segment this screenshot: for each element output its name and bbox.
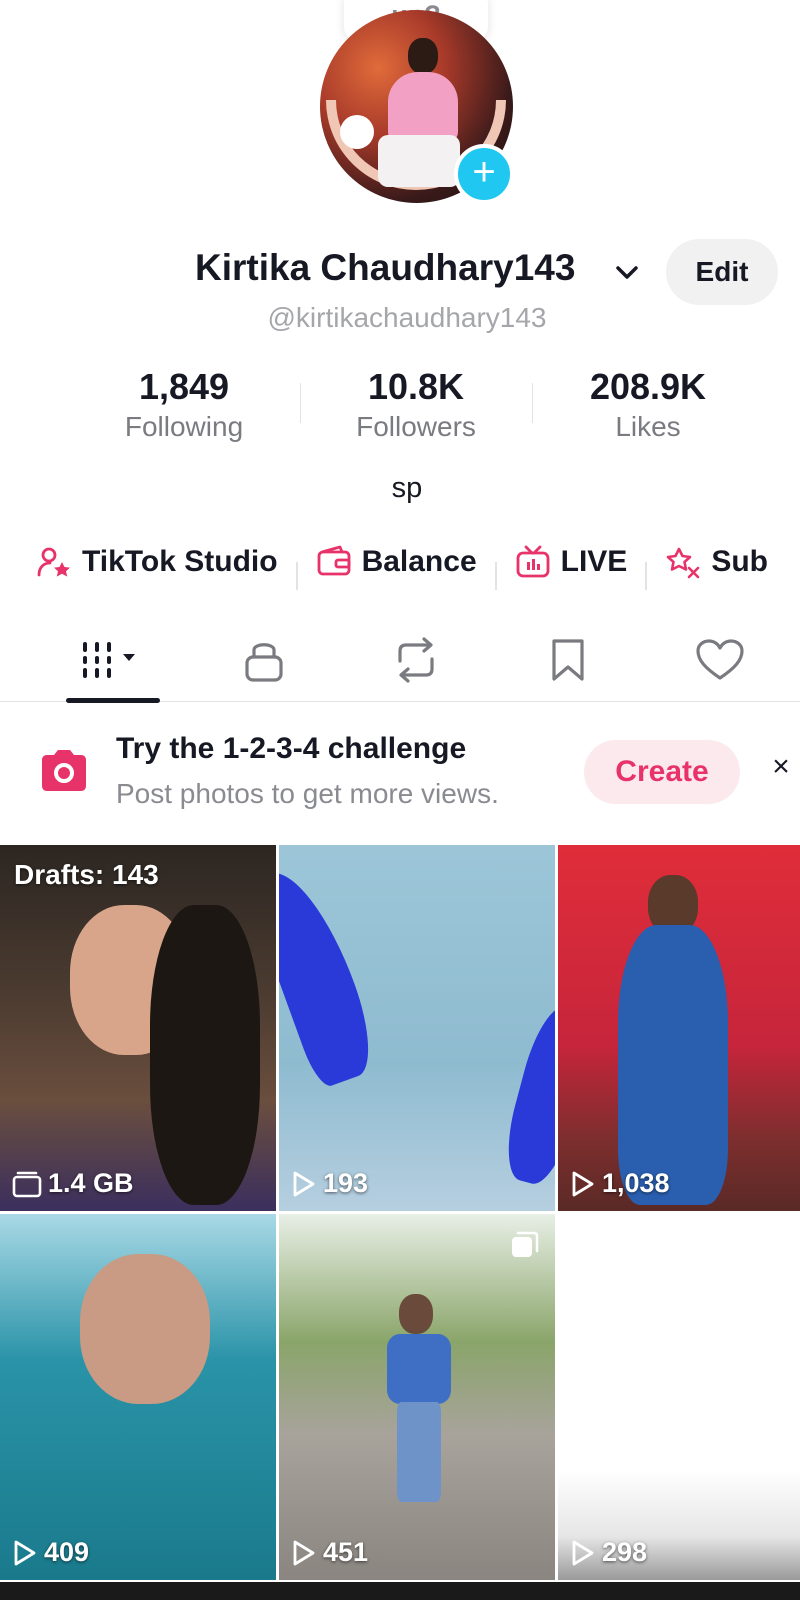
challenge-banner: Try the 1-2-3-4 challenge Post photos to… xyxy=(0,702,800,842)
quick-link-tiktok-studio[interactable]: TikTok Studio xyxy=(36,540,278,584)
thumbnail-fabric xyxy=(279,859,385,1091)
avatar-figure-head xyxy=(408,38,438,74)
stat-value: 10.8K xyxy=(367,366,465,407)
play-count: 193 xyxy=(291,1168,368,1199)
video-tile-drafts[interactable]: Drafts: 143 1.4 GB xyxy=(0,845,276,1211)
video-tile[interactable]: 298 xyxy=(558,1214,800,1580)
play-icon xyxy=(293,1540,315,1565)
tab-favorites[interactable] xyxy=(488,618,648,702)
play-icon xyxy=(14,1540,36,1565)
storage-icon xyxy=(12,1171,42,1197)
multi-photo-icon xyxy=(512,1231,539,1257)
tab-reposts[interactable] xyxy=(336,618,496,702)
tv-live-icon xyxy=(516,545,550,578)
stat-followers[interactable]: 10.8K Followers xyxy=(316,365,516,445)
bookmark-icon xyxy=(552,639,584,681)
video-count: 193 xyxy=(323,1168,369,1198)
video-tile[interactable]: 193 xyxy=(279,845,555,1211)
plus-icon: + xyxy=(472,150,496,194)
grid-icon xyxy=(83,642,135,678)
stat-label: Following xyxy=(124,411,244,442)
thumbnail-hair xyxy=(150,905,260,1205)
avatar-figure-body xyxy=(388,72,458,142)
video-tile[interactable]: 1,038 xyxy=(558,845,800,1211)
stat-divider xyxy=(300,383,301,423)
next-row-peek xyxy=(0,1582,800,1600)
drafts-label: Drafts: 143 xyxy=(14,859,159,890)
tab-videos[interactable] xyxy=(32,618,192,703)
storage-size: 1.4 GB xyxy=(12,1168,134,1199)
chevron-down-icon[interactable] xyxy=(612,257,642,287)
stat-value: 1,849 xyxy=(138,366,230,407)
quick-link-divider xyxy=(494,561,497,590)
lock-icon xyxy=(245,643,283,682)
play-count: 451 xyxy=(291,1537,368,1568)
stat-label: Likes xyxy=(615,411,681,442)
quick-link-label: Sub xyxy=(711,545,768,578)
profile-handle: @kirtikachaudhary143 xyxy=(267,302,547,333)
stat-divider xyxy=(532,383,533,423)
play-icon xyxy=(572,1171,594,1196)
quick-link-balance[interactable]: Balance xyxy=(316,540,477,584)
thumbnail-saree xyxy=(618,925,728,1205)
heart-icon xyxy=(696,639,744,680)
profile-tabs xyxy=(0,618,800,703)
thumbnail-face xyxy=(80,1254,210,1404)
video-grid: Drafts: 143 1.4 GB 193 1,038 409 451 298 xyxy=(0,845,800,1600)
quick-link-label: LIVE xyxy=(560,545,628,578)
video-tile[interactable]: 409 xyxy=(0,1214,276,1580)
play-count: 298 xyxy=(570,1537,647,1568)
avatar-lamp-decoration xyxy=(340,115,374,149)
play-icon xyxy=(572,1540,594,1565)
profile-stats: 1,849 Following 10.8K Followers 208.9K L… xyxy=(0,365,800,445)
quick-link-live[interactable]: LIVE xyxy=(515,540,628,584)
banner-subtitle: Post photos to get more views. xyxy=(116,778,499,809)
add-story-button[interactable]: + xyxy=(454,144,514,204)
video-count: 298 xyxy=(602,1537,648,1567)
video-count: 1,038 xyxy=(602,1168,670,1198)
stat-likes[interactable]: 208.9K Likes xyxy=(548,365,748,445)
play-icon xyxy=(293,1171,315,1196)
quick-link-label: Balance xyxy=(361,545,477,578)
close-icon[interactable]: × xyxy=(766,752,796,782)
play-count: 409 xyxy=(12,1537,89,1568)
video-count: 1.4 GB xyxy=(48,1168,134,1198)
play-count: 1,038 xyxy=(570,1168,670,1199)
stat-value: 208.9K xyxy=(589,366,707,407)
thumbnail-shirt xyxy=(387,1334,451,1404)
quick-links-row: TikTok Studio Balance LIVE Sub xyxy=(36,540,768,590)
thumbnail-fabric xyxy=(496,1000,555,1190)
camera-icon xyxy=(42,750,86,791)
tab-liked[interactable] xyxy=(640,618,800,702)
video-count: 409 xyxy=(44,1537,90,1567)
star-sub-icon xyxy=(667,547,700,579)
stat-following[interactable]: 1,849 Following xyxy=(84,365,284,445)
quick-link-divider xyxy=(645,561,648,590)
create-button[interactable]: Create xyxy=(584,740,740,804)
profile-name[interactable]: Kirtika Chaudhary143 xyxy=(195,247,575,289)
quick-link-divider xyxy=(295,561,298,590)
name-row: Kirtika Chaudhary143 Edit xyxy=(0,239,800,305)
avatar-figure-legs xyxy=(378,135,460,187)
repost-icon xyxy=(398,637,434,683)
quick-link-label: TikTok Studio xyxy=(82,545,278,578)
thumbnail-jeans xyxy=(397,1402,441,1502)
quick-link-subscription[interactable]: Sub xyxy=(665,540,768,584)
tab-private[interactable] xyxy=(184,618,344,702)
edit-profile-button[interactable]: Edit xyxy=(666,239,778,305)
thumbnail-face xyxy=(399,1294,433,1334)
wallet-icon xyxy=(317,545,350,576)
stat-label: Followers xyxy=(356,411,476,442)
video-count: 451 xyxy=(323,1537,369,1567)
person-star-icon xyxy=(37,547,70,577)
profile-bio: sp xyxy=(391,472,423,504)
banner-title: Try the 1-2-3-4 challenge xyxy=(116,732,467,765)
video-tile[interactable]: 451 xyxy=(279,1214,555,1580)
